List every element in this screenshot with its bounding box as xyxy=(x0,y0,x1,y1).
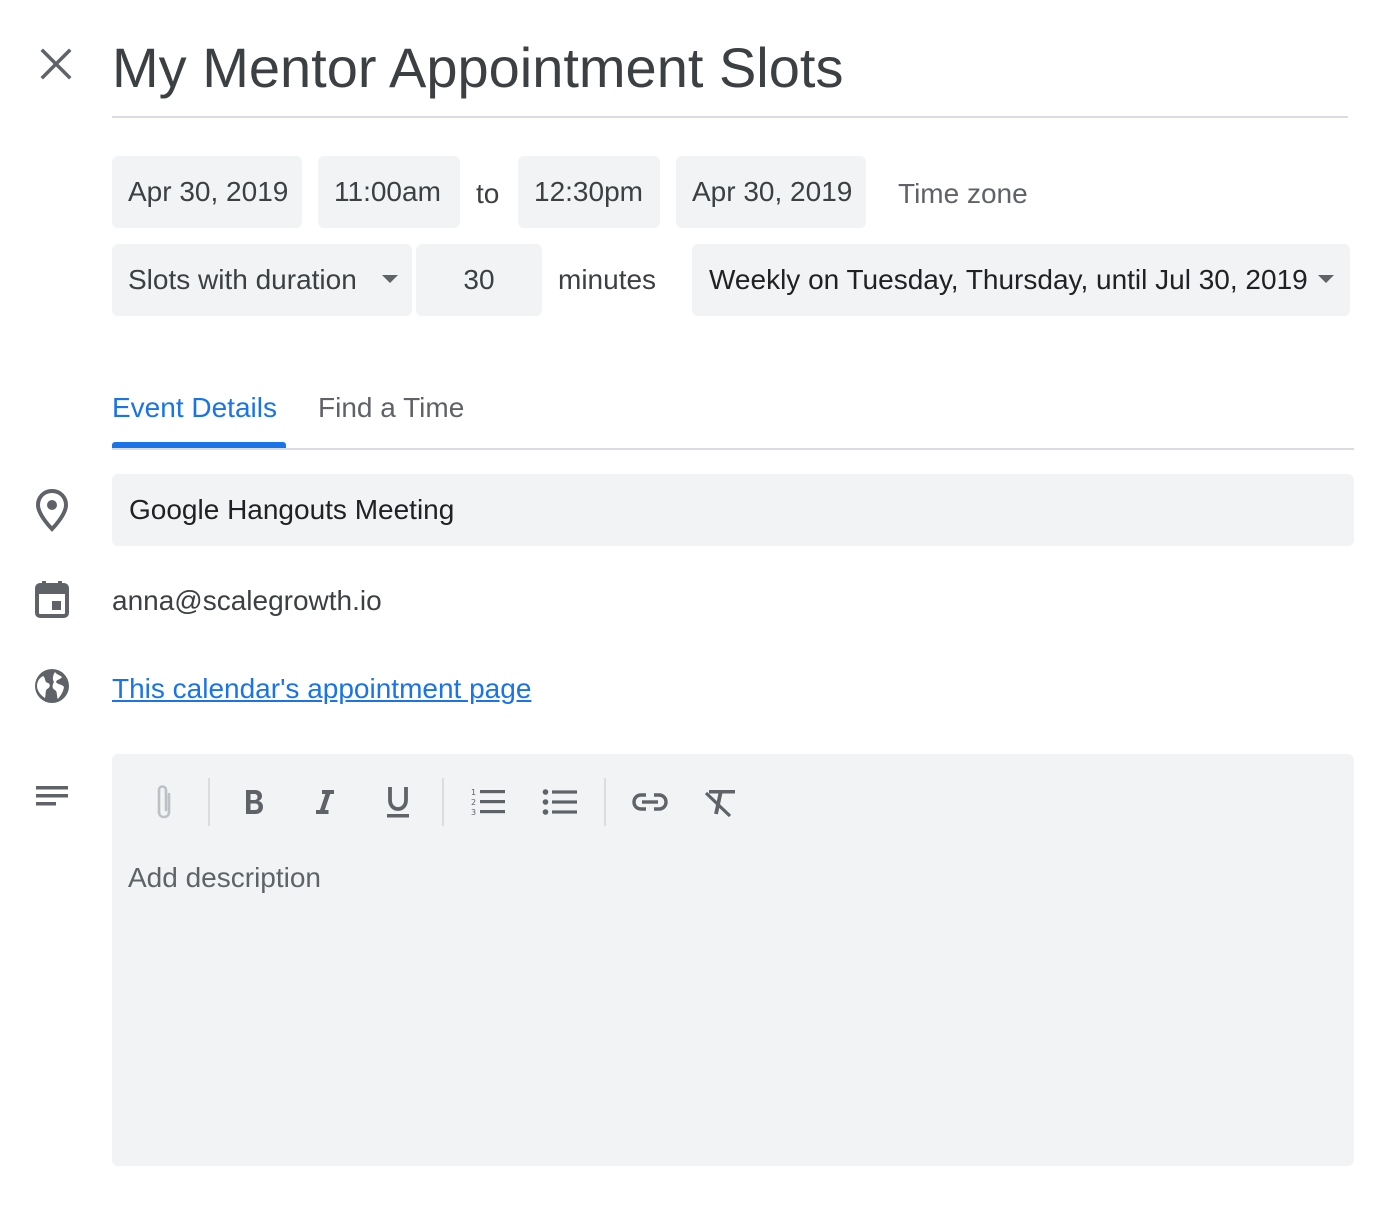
calendar-icon xyxy=(28,575,76,623)
description-placeholder: Add description xyxy=(128,862,322,893)
tab-event-details[interactable]: Event Details xyxy=(112,380,277,448)
tab-find-a-time[interactable]: Find a Time xyxy=(318,380,464,448)
svg-text:3: 3 xyxy=(471,808,476,817)
bulleted-list-icon xyxy=(542,789,577,815)
bold-icon xyxy=(246,790,263,814)
clear-formatting-icon xyxy=(704,790,735,817)
numbered-list-icon: 1 2 3 xyxy=(471,788,505,817)
duration-unit-label: minutes xyxy=(558,264,657,295)
italic-button[interactable] xyxy=(297,774,353,830)
slot-mode-label: Slots with duration xyxy=(128,264,357,295)
location-input[interactable]: Google Hangouts Meeting xyxy=(112,474,1354,546)
chevron-down-icon xyxy=(1318,275,1334,283)
to-label: to xyxy=(476,178,500,209)
toolbar-divider xyxy=(442,778,444,826)
location-pin-icon xyxy=(28,486,76,534)
toolbar-divider xyxy=(208,778,210,826)
calendar-owner: anna@scalegrowth.io xyxy=(112,585,382,616)
numbered-list-button[interactable]: 1 2 3 xyxy=(460,774,516,830)
recurrence-label: Weekly on Tuesday, Thursday, until Jul 3… xyxy=(709,264,1308,295)
attachment-icon xyxy=(157,785,171,819)
event-title-input[interactable]: My Mentor Appointment Slots xyxy=(112,28,1348,118)
toolbar-divider xyxy=(604,778,606,826)
bold-button[interactable] xyxy=(226,774,282,830)
recurrence-select[interactable]: Weekly on Tuesday, Thursday, until Jul 3… xyxy=(692,244,1350,316)
close-icon xyxy=(40,48,72,80)
start-date-field[interactable]: Apr 30, 2019 xyxy=(112,156,302,228)
close-button[interactable] xyxy=(30,38,82,90)
tabs-divider xyxy=(112,448,1354,450)
time-zone-button[interactable]: Time zone xyxy=(898,158,1028,230)
svg-text:1: 1 xyxy=(471,788,476,797)
insert-link-button[interactable] xyxy=(622,774,678,830)
globe-icon xyxy=(28,662,76,710)
svg-text:2: 2 xyxy=(471,798,476,807)
appointment-page-link[interactable]: This calendar's appointment page xyxy=(112,666,531,712)
start-time-field[interactable]: 11:00am xyxy=(318,156,460,228)
underline-icon xyxy=(387,787,409,818)
italic-icon xyxy=(316,790,334,814)
chevron-down-icon xyxy=(382,275,398,283)
link-icon xyxy=(632,793,668,811)
description-editor[interactable]: 1 2 3 Add description xyxy=(112,754,1354,1166)
end-time-field[interactable]: 12:30pm xyxy=(518,156,660,228)
underline-button[interactable] xyxy=(370,774,426,830)
end-date-field[interactable]: Apr 30, 2019 xyxy=(676,156,866,228)
slot-duration-input[interactable]: 30 xyxy=(416,244,542,316)
clear-formatting-button[interactable] xyxy=(692,774,748,830)
description-icon xyxy=(28,774,76,822)
bulleted-list-button[interactable] xyxy=(532,774,588,830)
event-editor: My Mentor Appointment Slots Apr 30, 2019… xyxy=(0,0,1396,1214)
attachment-button[interactable] xyxy=(136,774,192,830)
slot-mode-select[interactable]: Slots with duration xyxy=(112,244,412,316)
